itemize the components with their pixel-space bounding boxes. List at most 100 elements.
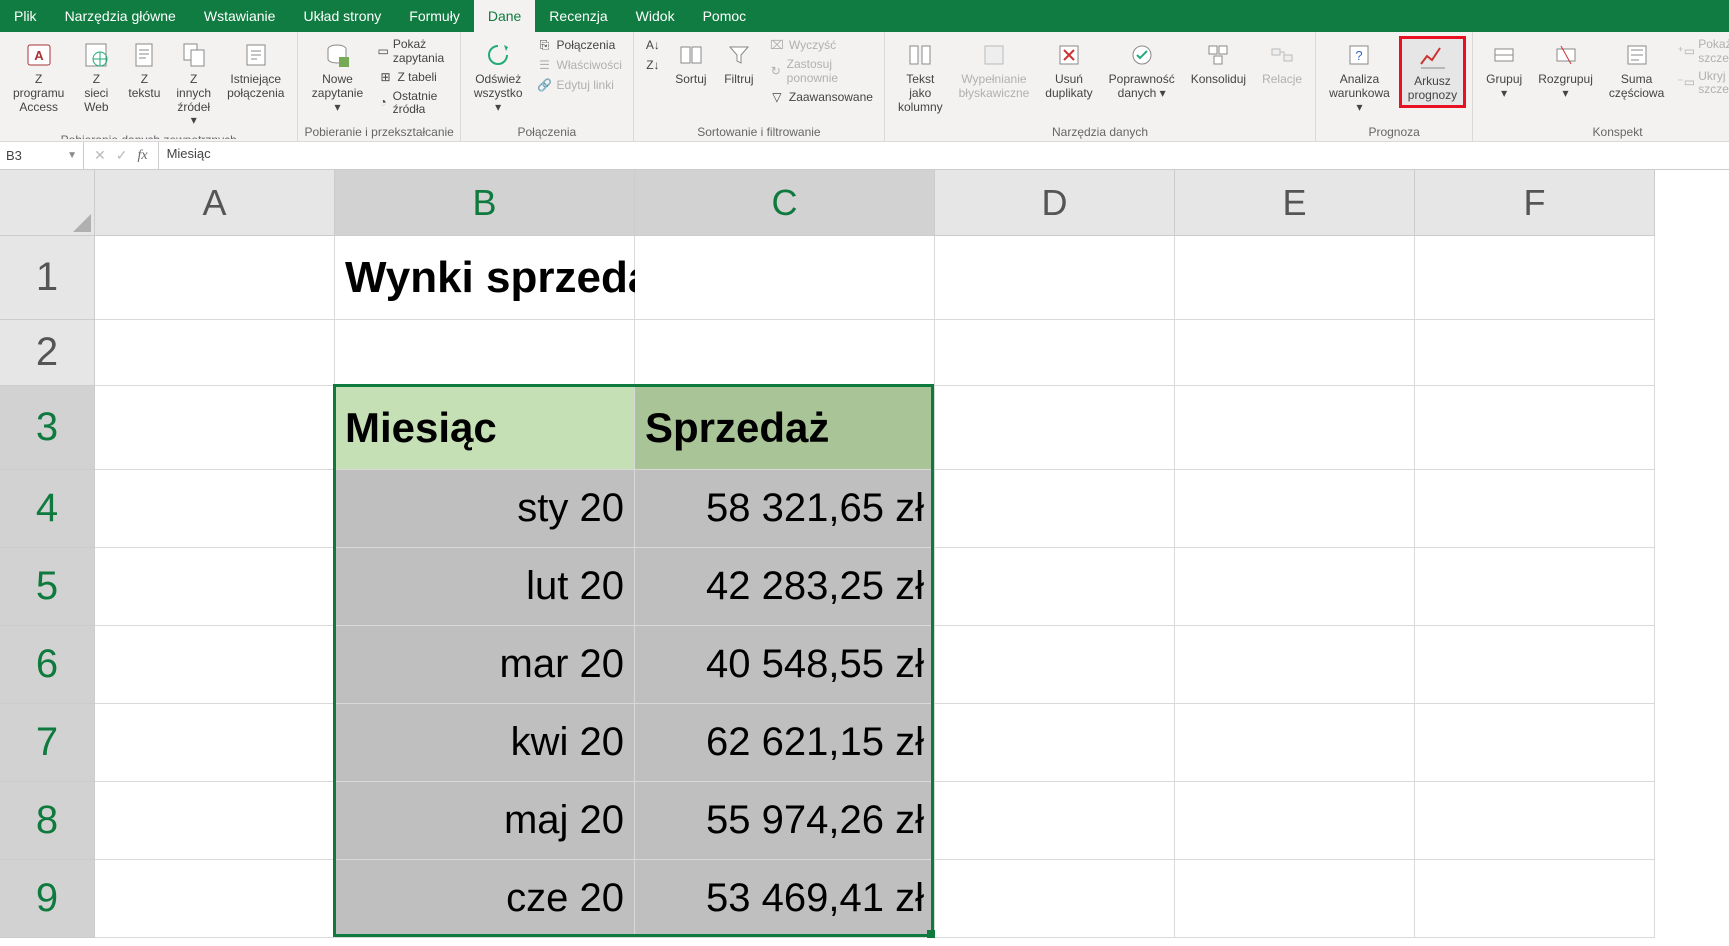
cell-F9[interactable] xyxy=(1415,860,1655,938)
row-header-1[interactable]: 1 xyxy=(0,236,95,320)
select-all-corner[interactable] xyxy=(0,170,95,236)
from-other-sources-button[interactable]: Z innych źródeł ▾ xyxy=(169,36,218,131)
existing-connections-button[interactable]: Istniejące połączenia xyxy=(220,36,291,104)
cell-D7[interactable] xyxy=(935,704,1175,782)
row-header-9[interactable]: 9 xyxy=(0,860,95,938)
row-header-7[interactable]: 7 xyxy=(0,704,95,782)
formula-input[interactable]: Miesiąc xyxy=(159,142,1729,169)
cell-C9[interactable]: 53 469,41 zł xyxy=(635,860,935,938)
cell-A2[interactable] xyxy=(95,320,335,386)
cell-B8[interactable]: maj 20 xyxy=(335,782,635,860)
cell-A5[interactable] xyxy=(95,548,335,626)
cell-D5[interactable] xyxy=(935,548,1175,626)
sort-button[interactable]: Sortuj xyxy=(668,36,714,90)
cell-C7[interactable]: 62 621,15 zł xyxy=(635,704,935,782)
from-web-button[interactable]: Z sieci Web xyxy=(73,36,119,117)
row-header-8[interactable]: 8 xyxy=(0,782,95,860)
cell-B1[interactable]: Wynki sprzedaży za pierwsze półrocze 202… xyxy=(335,236,635,320)
row-header-2[interactable]: 2 xyxy=(0,320,95,386)
menu-tab-recenzja[interactable]: Recenzja xyxy=(535,0,621,32)
cell-E4[interactable] xyxy=(1175,470,1415,548)
column-header-B[interactable]: B xyxy=(335,170,635,236)
cell-C1[interactable] xyxy=(635,236,935,320)
sort-za-button[interactable]: Z↓ xyxy=(640,56,666,76)
cell-E8[interactable] xyxy=(1175,782,1415,860)
row-header-3[interactable]: 3 xyxy=(0,386,95,470)
sort-az-button[interactable]: A↓ xyxy=(640,36,666,56)
connections-button[interactable]: ⎘Połączenia xyxy=(532,36,627,56)
menu-tab-narzędzia-główne[interactable]: Narzędzia główne xyxy=(51,0,190,32)
insert-function-button[interactable]: fx xyxy=(137,148,147,164)
cell-F8[interactable] xyxy=(1415,782,1655,860)
cell-A4[interactable] xyxy=(95,470,335,548)
cell-B9[interactable]: cze 20 xyxy=(335,860,635,938)
recent-sources-button[interactable]: ◔Ostatnie źródła xyxy=(372,88,453,120)
refresh-all-button[interactable]: Odśwież wszystko ▾ xyxy=(467,36,530,117)
cell-A3[interactable] xyxy=(95,386,335,470)
from-access-button[interactable]: A Z programu Access xyxy=(6,36,71,117)
cell-B6[interactable]: mar 20 xyxy=(335,626,635,704)
cell-C2[interactable] xyxy=(635,320,935,386)
cell-A9[interactable] xyxy=(95,860,335,938)
cell-C8[interactable]: 55 974,26 zł xyxy=(635,782,935,860)
row-header-6[interactable]: 6 xyxy=(0,626,95,704)
cell-C4[interactable]: 58 321,65 zł xyxy=(635,470,935,548)
cell-C5[interactable]: 42 283,25 zł xyxy=(635,548,935,626)
cell-F2[interactable] xyxy=(1415,320,1655,386)
menu-tab-dane[interactable]: Dane xyxy=(474,0,535,32)
cancel-formula-button[interactable]: ✕ xyxy=(94,147,106,164)
ungroup-button[interactable]: Rozgrupuj ▾ xyxy=(1531,36,1600,104)
column-header-C[interactable]: C xyxy=(635,170,935,236)
cell-D4[interactable] xyxy=(935,470,1175,548)
cell-B5[interactable]: lut 20 xyxy=(335,548,635,626)
column-header-A[interactable]: A xyxy=(95,170,335,236)
consolidate-button[interactable]: Konsoliduj xyxy=(1184,36,1253,90)
cell-C6[interactable]: 40 548,55 zł xyxy=(635,626,935,704)
cell-E3[interactable] xyxy=(1175,386,1415,470)
cell-D3[interactable] xyxy=(935,386,1175,470)
cell-F6[interactable] xyxy=(1415,626,1655,704)
menu-tab-wstawianie[interactable]: Wstawianie xyxy=(190,0,290,32)
group-button[interactable]: Grupuj ▾ xyxy=(1479,36,1529,104)
filter-button[interactable]: Filtruj xyxy=(716,36,762,90)
row-header-5[interactable]: 5 xyxy=(0,548,95,626)
column-header-E[interactable]: E xyxy=(1175,170,1415,236)
cell-B4[interactable]: sty 20 xyxy=(335,470,635,548)
cell-E6[interactable] xyxy=(1175,626,1415,704)
new-query-button[interactable]: Nowe zapytanie ▾ xyxy=(304,36,370,117)
cell-A7[interactable] xyxy=(95,704,335,782)
data-validation-button[interactable]: Poprawność danych ▾ xyxy=(1102,36,1182,104)
menu-tab-układ-strony[interactable]: Układ strony xyxy=(289,0,395,32)
remove-duplicates-button[interactable]: Usuń duplikaty xyxy=(1038,36,1099,104)
cell-A1[interactable] xyxy=(95,236,335,320)
accept-formula-button[interactable]: ✓ xyxy=(116,147,128,164)
cell-E2[interactable] xyxy=(1175,320,1415,386)
menu-tab-plik[interactable]: Plik xyxy=(0,0,51,32)
cell-E5[interactable] xyxy=(1175,548,1415,626)
menu-tab-widok[interactable]: Widok xyxy=(622,0,689,32)
name-box[interactable]: B3▼ xyxy=(0,142,84,169)
cell-F5[interactable] xyxy=(1415,548,1655,626)
cell-A6[interactable] xyxy=(95,626,335,704)
column-header-D[interactable]: D xyxy=(935,170,1175,236)
cell-D6[interactable] xyxy=(935,626,1175,704)
cell-B2[interactable] xyxy=(335,320,635,386)
cell-E7[interactable] xyxy=(1175,704,1415,782)
advanced-filter-button[interactable]: ▽Zaawansowane xyxy=(764,88,878,108)
cells-area[interactable]: Wynki sprzedaży za pierwsze półrocze 202… xyxy=(95,236,1655,938)
chevron-down-icon[interactable]: ▼ xyxy=(67,150,77,161)
forecast-sheet-button[interactable]: Arkusz prognozy xyxy=(1399,36,1466,108)
cell-C3[interactable]: Sprzedaż xyxy=(635,386,935,470)
cell-B3[interactable]: Miesiąc xyxy=(335,386,635,470)
cell-E1[interactable] xyxy=(1175,236,1415,320)
from-text-button[interactable]: Z tekstu xyxy=(121,36,167,104)
cell-D8[interactable] xyxy=(935,782,1175,860)
cell-F1[interactable] xyxy=(1415,236,1655,320)
what-if-analysis-button[interactable]: ? Analiza warunkowa ▾ xyxy=(1322,36,1397,117)
menu-tab-pomoc[interactable]: Pomoc xyxy=(689,0,761,32)
column-header-F[interactable]: F xyxy=(1415,170,1655,236)
text-to-columns-button[interactable]: Tekst jako kolumny xyxy=(891,36,950,117)
menu-tab-formuły[interactable]: Formuły xyxy=(395,0,474,32)
from-table-button[interactable]: ⊞Z tabeli xyxy=(372,68,453,88)
cell-D9[interactable] xyxy=(935,860,1175,938)
